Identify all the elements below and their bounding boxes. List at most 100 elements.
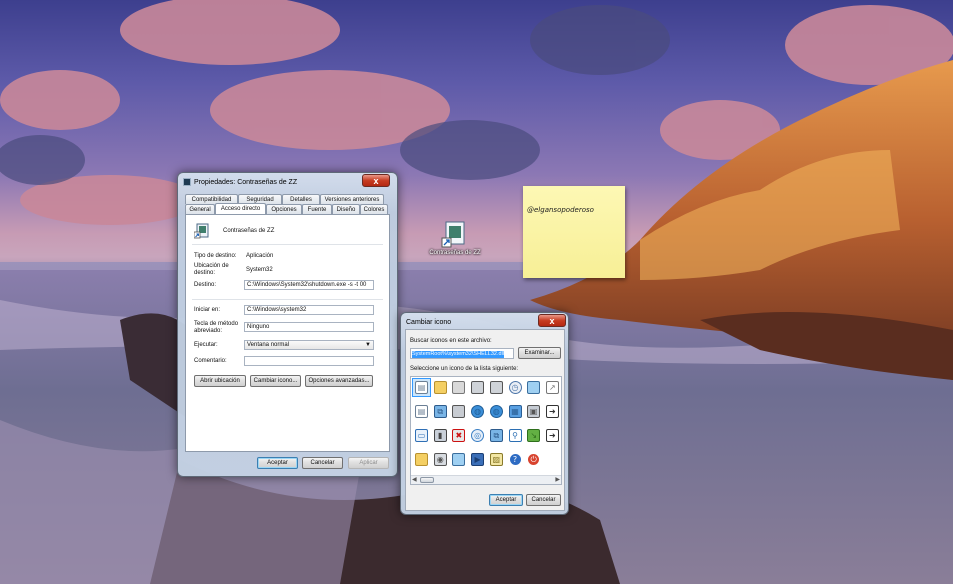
icon-cancelar-button[interactable]: Cancelar: [526, 494, 561, 506]
search-icon[interactable]: ⚲: [507, 427, 524, 444]
sticky-note-text[interactable]: @elgansopoderoso: [527, 206, 621, 214]
aceptar-button[interactable]: Aceptar: [257, 457, 298, 469]
cancelar-button[interactable]: Cancelar: [302, 457, 343, 469]
tipo-value: Aplicación: [246, 253, 274, 259]
button-label: Cancelar: [310, 460, 335, 466]
tab-colores[interactable]: Colores: [360, 204, 388, 214]
button-label: Abrir ubicación: [200, 378, 240, 384]
desktop-shortcut[interactable]: Contraseñas de ZZ: [425, 218, 485, 270]
server-icon[interactable]: [450, 403, 467, 420]
document-icon[interactable]: ▤: [412, 378, 431, 397]
power-icon[interactable]: ⏻: [525, 451, 542, 468]
app-icon: [193, 223, 210, 239]
properties-close-button[interactable]: x: [362, 174, 390, 187]
shortcut-label: Contraseñas de ZZ: [429, 250, 481, 256]
tab-general[interactable]: General: [185, 204, 215, 214]
folder-icon[interactable]: [432, 379, 449, 396]
tab-versiones-anteriores[interactable]: Versiones anteriores: [320, 194, 384, 204]
comentario-field[interactable]: [244, 356, 374, 366]
sticky-note[interactable]: @elgansopoderoso: [523, 186, 625, 278]
aplicar-button: Aplicar: [348, 457, 389, 469]
monitor-icon[interactable]: [450, 451, 467, 468]
scroll-thumb[interactable]: [420, 477, 434, 483]
close-icon: x: [549, 315, 555, 326]
icon-grid: ▤ ◷ ↗ ▤ ⧉ ◍ ◍ ▦ ▣ ➜ ▭ ▮ ✖ ◎ ⧉ ⚲ ↘ ➜ ◉ ▶ ▨? ⏻: [412, 378, 561, 475]
network-icon[interactable]: ⧉: [432, 403, 449, 420]
image-icon[interactable]: ▨: [488, 451, 505, 468]
icon-list[interactable]: ▤ ◷ ↗ ▤ ⧉ ◍ ◍ ▦ ▣ ➜ ▭ ▮ ✖ ◎ ⧉ ⚲ ↘ ➜ ◉ ▶ ▨? ⏻ ◀ ▶: [410, 376, 562, 485]
tab-opciones[interactable]: Opciones: [266, 204, 302, 214]
button-label: Aceptar: [495, 497, 517, 503]
horizontal-scrollbar[interactable]: ◀ ▶: [411, 475, 561, 484]
tecla-label: Tecla de método abreviado:: [194, 321, 239, 334]
cdrom-icon[interactable]: ◎: [469, 427, 486, 444]
device-icon[interactable]: ▮: [432, 427, 449, 444]
icon-file-field[interactable]: SystemRoot%\system32\SHELL32.dll: [410, 348, 514, 359]
tab-label: Colores: [363, 206, 385, 213]
icon-aceptar-button[interactable]: Aceptar: [489, 494, 523, 506]
destino-field[interactable]: C:\Windows\System32\shutdown.exe -s -t 0…: [244, 280, 374, 290]
drive-icon[interactable]: [450, 379, 467, 396]
tab-acceso-directo[interactable]: Acceso directo: [215, 203, 266, 214]
monitor-icon[interactable]: [525, 379, 542, 396]
document-icon[interactable]: ▤: [413, 403, 430, 420]
folder-icon[interactable]: [413, 451, 430, 468]
tab-panel: Contraseñas de ZZ Tipo de destino: Aplic…: [185, 214, 390, 452]
ubicacion-value: System32: [246, 267, 273, 273]
buscar-label: Buscar iconos en este archivo:: [410, 338, 492, 344]
change-icon-title: Cambiar icono: [406, 318, 452, 326]
tab-label: General: [189, 206, 211, 213]
examinar-button[interactable]: Examinar...: [518, 347, 561, 359]
scroll-left-icon[interactable]: ◀: [412, 476, 417, 483]
change-icon-close-button[interactable]: x: [538, 314, 566, 327]
tab-label: Versiones anteriores: [324, 196, 380, 203]
button-label: Cambiar icono...: [253, 378, 298, 384]
delete-icon[interactable]: ✖: [450, 427, 467, 444]
network-icon[interactable]: ⧉: [488, 427, 505, 444]
scroll-right-icon[interactable]: ▶: [555, 476, 560, 483]
media-icon[interactable]: ▶: [469, 451, 486, 468]
globe-icon[interactable]: ◍: [469, 403, 486, 420]
cambiar-icono-button[interactable]: Cambiar icono...: [250, 375, 301, 387]
iniciar-field[interactable]: C:\Windows\system32: [244, 305, 374, 315]
ubicacion-label: Ubicación de destino:: [194, 263, 229, 276]
cube-icon[interactable]: ▣: [525, 403, 542, 420]
shortcut-name: Contraseñas de ZZ: [223, 228, 275, 234]
help-icon[interactable]: ?: [507, 451, 524, 468]
tab-diseno[interactable]: Diseño: [332, 204, 360, 214]
printer-icon[interactable]: [469, 379, 486, 396]
window-icon[interactable]: ▭: [413, 427, 430, 444]
ejecutar-select[interactable]: Ventana normal ▼: [244, 340, 374, 350]
tab-label: Fuente: [307, 206, 327, 213]
divider: [192, 244, 383, 245]
button-label: Aceptar: [267, 460, 288, 466]
tab-label: Compatibilidad: [191, 196, 232, 203]
shortcut-icon: [440, 218, 470, 248]
control-panel-icon[interactable]: ▦: [507, 403, 524, 420]
tab-label: Acceso directo: [220, 206, 261, 212]
button-label: Aplicar: [359, 460, 378, 466]
tecla-field[interactable]: Ninguno: [244, 322, 374, 332]
abrir-ubicacion-button[interactable]: Abrir ubicación: [194, 375, 246, 387]
button-label: Cancelar: [531, 497, 556, 503]
button-label: Opciones avanzadas...: [308, 378, 370, 384]
globe-icon[interactable]: ◍: [488, 403, 505, 420]
ejecutar-label: Ejecutar:: [194, 342, 218, 348]
tab-detalles[interactable]: Detalles: [282, 194, 320, 204]
iniciar-label: Iniciar en:: [194, 307, 221, 313]
opciones-avanzadas-button[interactable]: Opciones avanzadas...: [305, 375, 373, 387]
printer-icon[interactable]: [488, 379, 505, 396]
tab-fuente[interactable]: Fuente: [302, 204, 332, 214]
shortcut-icon[interactable]: ↗: [544, 379, 561, 396]
tab-label: Diseño: [336, 206, 356, 213]
icon-file-value: SystemRoot%\system32\SHELL32.dll: [412, 351, 505, 358]
chevron-down-icon: ▼: [365, 342, 371, 348]
run-icon[interactable]: ↘: [525, 427, 542, 444]
cmd-icon: [183, 178, 191, 186]
arrow-icon[interactable]: ➜: [544, 427, 561, 444]
clock-icon[interactable]: ◷: [507, 379, 524, 396]
change-icon-dialog: Cambiar icono x Buscar iconos en este ar…: [400, 312, 569, 515]
destino-label: Destino:: [194, 282, 217, 288]
arrow-icon[interactable]: ➜: [544, 403, 561, 420]
disk-icon[interactable]: ◉: [432, 451, 449, 468]
